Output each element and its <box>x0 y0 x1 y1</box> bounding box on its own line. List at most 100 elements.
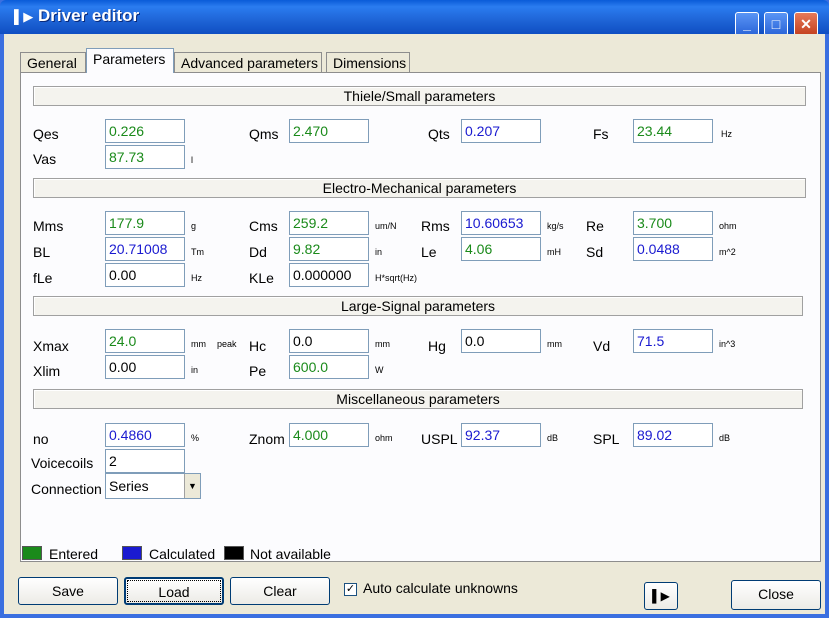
speaker-icon: ▌▶ <box>14 9 34 24</box>
cms-unit: um/N <box>375 221 397 231</box>
xlim-field[interactable]: 0.00 <box>105 355 185 379</box>
kle-unit: H*sqrt(Hz) <box>375 273 417 283</box>
maximize-button[interactable]: □ <box>764 12 788 36</box>
no-unit: % <box>191 433 200 443</box>
uspl-unit: dB <box>547 433 559 443</box>
close-button[interactable]: Close <box>731 580 821 610</box>
hc-label: Hc <box>249 338 267 354</box>
znom-field[interactable]: 4.000 <box>289 423 369 447</box>
kle-field[interactable]: 0.000000 <box>289 263 369 287</box>
bl-unit: Tm <box>191 247 204 257</box>
fle-label: fLe <box>33 270 53 286</box>
hg-unit: mm <box>547 339 562 349</box>
cms-label: Cms <box>249 218 278 234</box>
kle-label: KLe <box>249 270 274 286</box>
hg-label: Hg <box>428 338 446 354</box>
fs-unit: Hz <box>721 129 732 139</box>
xlim-label: Xlim <box>33 363 61 379</box>
tab-advanced-parameters[interactable]: Advanced parameters <box>174 52 322 72</box>
connection-select[interactable]: Series ▼ <box>105 473 201 499</box>
qms-label: Qms <box>249 126 279 142</box>
rms-field[interactable]: 10.60653 <box>461 211 541 235</box>
mms-unit: g <box>191 221 197 231</box>
spl-label: SPL <box>593 431 620 447</box>
tab-parameters[interactable]: Parameters <box>86 48 174 73</box>
section-miscellaneous: Miscellaneous parameters <box>33 389 803 409</box>
title-bar[interactable]: ▌▶ Driver editor _ □ ✕ <box>0 0 829 36</box>
rms-label: Rms <box>421 218 450 234</box>
hc-field[interactable]: 0.0 <box>289 329 369 353</box>
fs-label: Fs <box>593 126 609 142</box>
mms-label: Mms <box>33 218 64 234</box>
sd-label: Sd <box>586 244 604 260</box>
re-label: Re <box>586 218 604 234</box>
voicecoils-field[interactable]: 2 <box>105 449 185 473</box>
bl-field[interactable]: 20.71008 <box>105 237 185 261</box>
vd-field[interactable]: 71.5 <box>633 329 713 353</box>
vas-label: Vas <box>33 151 57 167</box>
xmax-unit-peak: peak <box>217 339 237 349</box>
parameters-panel: Thiele/Small parameters Qes 0.226 Qms 2.… <box>20 72 821 562</box>
tab-general[interactable]: General <box>20 52 86 72</box>
client-area: General Parameters Advanced parameters D… <box>4 34 825 614</box>
qts-label: Qts <box>428 126 450 142</box>
uspl-field[interactable]: 92.37 <box>461 423 541 447</box>
znom-unit: ohm <box>375 433 393 443</box>
hg-field[interactable]: 0.0 <box>461 329 541 353</box>
no-field[interactable]: 0.4860 <box>105 423 185 447</box>
chevron-down-icon[interactable]: ▼ <box>184 474 200 498</box>
legend-calculated: Calculated <box>149 546 216 562</box>
mms-field[interactable]: 177.9 <box>105 211 185 235</box>
pe-field[interactable]: 600.0 <box>289 355 369 379</box>
window-title: Driver editor <box>38 6 140 25</box>
le-label: Le <box>421 244 437 260</box>
bl-label: BL <box>33 244 51 260</box>
minimize-button[interactable]: _ <box>735 12 759 36</box>
xmax-field[interactable]: 24.0 <box>105 329 185 353</box>
uspl-label: USPL <box>421 431 458 447</box>
xmax-label: Xmax <box>33 338 69 354</box>
dd-unit: in <box>375 247 383 257</box>
le-unit: mH <box>547 247 561 257</box>
re-unit: ohm <box>719 221 737 231</box>
driver-editor-window: ▌▶ Driver editor _ □ ✕ General Parameter… <box>0 0 829 618</box>
speaker-icon-button[interactable]: ▌▶ <box>644 582 678 610</box>
re-field[interactable]: 3.700 <box>633 211 713 235</box>
legend-entered: Entered <box>49 546 99 562</box>
rms-unit: kg/s <box>547 221 564 231</box>
close-window-button[interactable]: ✕ <box>794 12 818 36</box>
legend-not-available: Not available <box>250 546 331 562</box>
auto-calculate-checkbox[interactable]: ✓ <box>344 583 357 596</box>
sd-unit: m^2 <box>719 247 736 257</box>
section-large-signal: Large-Signal parameters <box>33 296 803 316</box>
dd-field[interactable]: 9.82 <box>289 237 369 261</box>
fle-field[interactable]: 0.00 <box>105 263 185 287</box>
fle-unit: Hz <box>191 273 202 283</box>
calculated-swatch <box>122 546 142 560</box>
qts-field[interactable]: 0.207 <box>461 119 541 143</box>
le-field[interactable]: 4.06 <box>461 237 541 261</box>
clear-button[interactable]: Clear <box>230 577 330 605</box>
load-button[interactable]: Load <box>124 577 224 605</box>
fs-field[interactable]: 23.44 <box>633 119 713 143</box>
no-label: no <box>33 431 49 447</box>
section-electro-mechanical: Electro-Mechanical parameters <box>33 178 806 198</box>
pe-unit: W <box>375 365 384 375</box>
vd-label: Vd <box>593 338 611 354</box>
tab-dimensions[interactable]: Dimensions <box>326 52 410 72</box>
save-button[interactable]: Save <box>18 577 118 605</box>
connection-label: Connection <box>31 481 102 497</box>
xlim-unit: in <box>191 365 199 375</box>
not-available-swatch <box>224 546 244 560</box>
spl-field[interactable]: 89.02 <box>633 423 713 447</box>
vas-unit: l <box>191 155 193 165</box>
vas-field[interactable]: 87.73 <box>105 145 185 169</box>
hc-unit: mm <box>375 339 390 349</box>
qes-field[interactable]: 0.226 <box>105 119 185 143</box>
sd-field[interactable]: 0.0488 <box>633 237 713 261</box>
qms-field[interactable]: 2.470 <box>289 119 369 143</box>
cms-field[interactable]: 259.2 <box>289 211 369 235</box>
dd-label: Dd <box>249 244 267 260</box>
vd-unit: in^3 <box>719 339 736 349</box>
pe-label: Pe <box>249 363 267 379</box>
